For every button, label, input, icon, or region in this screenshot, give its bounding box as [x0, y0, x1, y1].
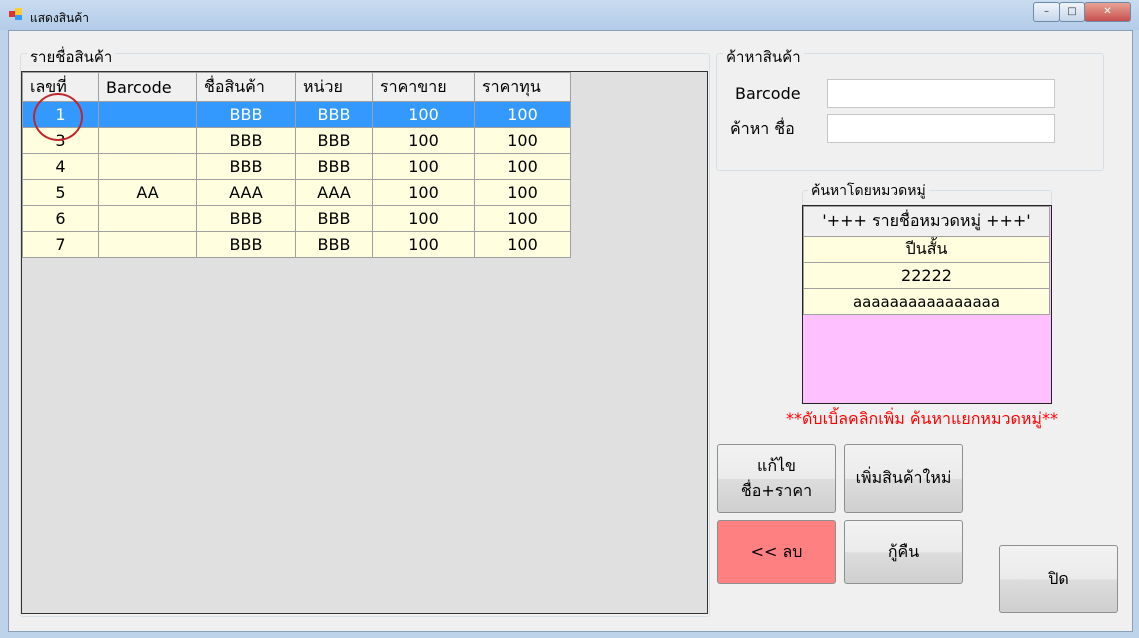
- table-cell[interactable]: 100: [474, 205, 571, 232]
- table-cell[interactable]: BBB: [196, 101, 296, 128]
- table-cell[interactable]: 100: [372, 127, 475, 154]
- add-product-button[interactable]: เพิ่มสินค้าใหม่: [844, 444, 963, 513]
- table-cell[interactable]: 100: [474, 153, 571, 180]
- table-cell[interactable]: AAA: [295, 179, 373, 206]
- search-group: [716, 53, 1104, 171]
- category-header[interactable]: '+++ รายชื่อหมวดหมู่ +++': [803, 206, 1050, 237]
- table-cell[interactable]: BBB: [196, 153, 296, 180]
- table-cell[interactable]: 100: [372, 153, 475, 180]
- highlight-circle: [33, 93, 83, 141]
- table-cell[interactable]: 6: [22, 205, 99, 232]
- title-bar: แสดงสินค้า – □ ✕: [0, 0, 1139, 30]
- col-header-sell-price[interactable]: ราคาขาย: [372, 72, 475, 102]
- table-cell[interactable]: BBB: [295, 153, 373, 180]
- table-cell[interactable]: [98, 231, 197, 258]
- table-cell[interactable]: [98, 127, 197, 154]
- category-hint: **ดับเบิ้ลคลิกเพิ่ม ค้นหาแยกหมวดหมู่**: [786, 409, 1058, 428]
- table-cell[interactable]: BBB: [196, 127, 296, 154]
- table-cell[interactable]: AA: [98, 179, 197, 206]
- category-cell[interactable]: ปีนสั้น: [803, 236, 1050, 263]
- table-cell[interactable]: 100: [372, 205, 475, 232]
- table-row[interactable]: 5 AA AAA AAA 100 100: [22, 179, 571, 206]
- table-cell[interactable]: BBB: [196, 205, 296, 232]
- delete-button[interactable]: << ลบ: [717, 520, 836, 584]
- table-row[interactable]: 3 BBB BBB 100 100: [22, 127, 571, 154]
- category-cell[interactable]: 22222: [803, 262, 1050, 289]
- table-cell[interactable]: BBB: [295, 127, 373, 154]
- close-window-button[interactable]: ✕: [1084, 2, 1131, 22]
- table-cell[interactable]: BBB: [196, 231, 296, 258]
- table-cell[interactable]: 7: [22, 231, 99, 258]
- barcode-input[interactable]: [827, 79, 1055, 108]
- category-row[interactable]: ปีนสั้น: [803, 236, 1050, 263]
- window-title: แสดงสินค้า: [30, 11, 90, 25]
- category-row[interactable]: 22222: [803, 262, 1050, 289]
- app-icon: [9, 8, 23, 20]
- category-cell[interactable]: aaaaaaaaaaaaaaaa: [803, 288, 1050, 315]
- table-cell[interactable]: 100: [474, 101, 571, 128]
- table-cell[interactable]: BBB: [295, 101, 373, 128]
- category-row[interactable]: aaaaaaaaaaaaaaaa: [803, 288, 1050, 315]
- table-cell[interactable]: 100: [372, 101, 475, 128]
- table-cell[interactable]: 100: [372, 231, 475, 258]
- table-cell[interactable]: 100: [372, 179, 475, 206]
- table-row[interactable]: 1 BBB BBB 100 100: [22, 101, 571, 128]
- products-grid[interactable]: เลขที่ Barcode ชื่อสินค้า หน่วย ราคาขาย …: [21, 71, 708, 614]
- table-cell[interactable]: 100: [474, 231, 571, 258]
- grid-header-row: เลขที่ Barcode ชื่อสินค้า หน่วย ราคาขาย …: [22, 72, 571, 102]
- restore-button[interactable]: กู้คืน: [844, 520, 963, 584]
- category-group-label: ค้นหาโดยหมวดหมู่: [808, 180, 929, 202]
- maximize-button[interactable]: □: [1059, 2, 1085, 22]
- products-group-label: รายชื่อสินค้า: [27, 45, 116, 69]
- col-header-barcode[interactable]: Barcode: [98, 72, 197, 102]
- table-row[interactable]: 7 BBB BBB 100 100: [22, 231, 571, 258]
- table-cell[interactable]: BBB: [295, 205, 373, 232]
- table-cell[interactable]: 5: [22, 179, 99, 206]
- category-grid[interactable]: '+++ รายชื่อหมวดหมู่ +++' ปีนสั้น 22222 …: [802, 205, 1052, 404]
- table-cell[interactable]: BBB: [295, 231, 373, 258]
- name-search-input[interactable]: [827, 114, 1055, 143]
- col-header-name[interactable]: ชื่อสินค้า: [196, 72, 296, 102]
- table-row[interactable]: 6 BBB BBB 100 100: [22, 205, 571, 232]
- table-row[interactable]: 4 BBB BBB 100 100: [22, 153, 571, 180]
- edit-line2: ชื่อ+ราคา: [740, 480, 813, 500]
- col-header-cost-price[interactable]: ราคาทุน: [474, 72, 571, 102]
- search-group-label: ค้าหาสินค้า: [723, 45, 804, 69]
- table-cell[interactable]: 100: [474, 127, 571, 154]
- table-cell[interactable]: 100: [474, 179, 571, 206]
- name-search-label: ค้าหา ชื่อ: [730, 119, 795, 138]
- table-cell[interactable]: 4: [22, 153, 99, 180]
- col-header-unit[interactable]: หน่วย: [295, 72, 373, 102]
- close-button[interactable]: ปิด: [999, 545, 1118, 613]
- table-cell[interactable]: AAA: [196, 179, 296, 206]
- edit-button[interactable]: แก้ไขชื่อ+ราคา: [717, 444, 836, 513]
- barcode-label: Barcode: [735, 84, 801, 103]
- edit-line1: แก้ไข: [757, 455, 796, 475]
- table-cell[interactable]: [98, 153, 197, 180]
- minimize-button[interactable]: –: [1033, 2, 1060, 22]
- table-cell[interactable]: [98, 205, 197, 232]
- table-cell[interactable]: [98, 101, 197, 128]
